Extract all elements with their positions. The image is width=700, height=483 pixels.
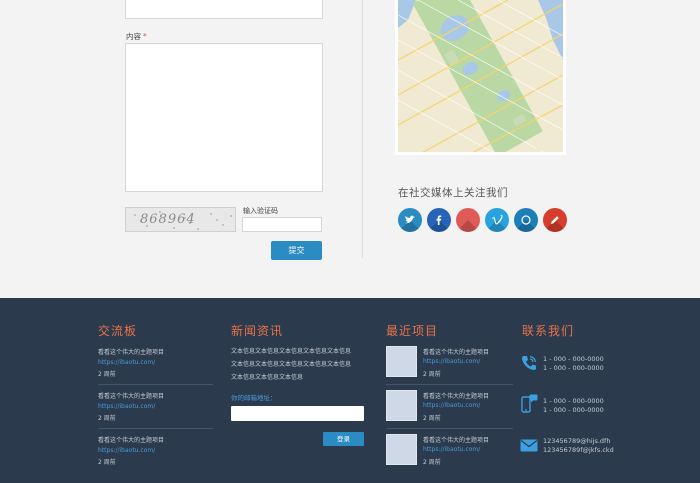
project-thumbnail[interactable] — [386, 434, 417, 465]
divider — [98, 428, 213, 429]
email-addresses: 123456789@hijs.dfh 123456789f@jkfs.ckd — [543, 437, 614, 454]
phone-number: 1 - 000 - 000-0000 — [543, 363, 604, 372]
news-line: 文本信息文本信息文本信息文本信息文本信息 — [231, 361, 352, 368]
divider — [386, 428, 513, 429]
project-item-time: 2 周前 — [423, 415, 441, 422]
board-item-link[interactable]: https://ibaotu.com/ — [98, 403, 155, 410]
mobile-number: 1 - 000 - 000-0000 — [543, 405, 604, 414]
project-item-text: 看看这个伟大的主题项目 — [423, 349, 490, 356]
email-address: 123456789@hijs.dfh — [543, 437, 611, 445]
board-title: 交流板 — [98, 324, 138, 338]
captcha-input[interactable] — [242, 217, 322, 232]
social-icons — [398, 208, 567, 232]
board-item-time: 2 周前 — [98, 459, 116, 466]
news-title: 新闻资讯 — [231, 324, 284, 338]
news-line: 文本信息文本信息文本信息 — [231, 374, 304, 381]
contact-section: 内容 * 868964 输入验证码 提交 在社交媒体上关注我们 — [0, 0, 700, 298]
facebook-icon[interactable] — [427, 208, 451, 232]
divider — [98, 384, 213, 385]
mobile-numbers: 1 - 000 - 000-0000 1 - 000 - 000-0000 — [543, 397, 604, 414]
email-input[interactable] — [231, 406, 364, 421]
divider — [386, 384, 513, 385]
project-item-text: 看看这个伟大的主题项目 — [423, 437, 490, 444]
phone-numbers: 1 - 000 - 000-0000 1 - 000 - 000-0000 — [543, 355, 604, 372]
news-line: 文本信息文本信息文本信息文本信息文本信息 — [231, 348, 352, 355]
board-item-time: 2 周前 — [98, 371, 116, 378]
column-divider — [362, 0, 363, 258]
content-label: 内容 * — [126, 32, 147, 41]
skype-icon[interactable] — [514, 208, 538, 232]
email-address: 123456789f@jkfs.ckd — [543, 445, 614, 454]
board-item-text: 看看这个伟大的主题项目 — [98, 349, 165, 356]
project-item-time: 2 周前 — [423, 459, 441, 466]
captcha-code: 868964 — [140, 212, 196, 227]
map-image[interactable] — [395, 0, 566, 155]
name-field[interactable] — [125, 0, 323, 19]
mobile-number: 1 - 000 - 000-0000 — [543, 397, 604, 405]
board-item-link[interactable]: https://ibaotu.com/ — [98, 359, 155, 366]
project-item-link[interactable]: https://ibaotu.com/ — [423, 402, 480, 409]
project-item-text: 看看这个伟大的主题项目 — [423, 393, 490, 400]
contact-title: 联系我们 — [522, 324, 575, 338]
project-item-link[interactable]: https://ibaotu.com/ — [423, 446, 480, 453]
vimeo-icon[interactable] — [485, 208, 509, 232]
map-graphic — [398, 0, 563, 152]
phone-icon — [519, 353, 538, 372]
submit-button[interactable]: 提交 — [271, 241, 322, 260]
phone-number: 1 - 000 - 000-0000 — [543, 355, 604, 363]
project-thumbnail[interactable] — [386, 390, 417, 421]
board-item-text: 看看这个伟大的主题项目 — [98, 393, 165, 400]
email-label: 你的邮箱地址： — [231, 394, 277, 402]
board-item-text: 看看这个伟大的主题项目 — [98, 437, 165, 444]
social-title: 在社交媒体上关注我们 — [398, 187, 508, 199]
email-icon — [519, 436, 538, 455]
board-item-link[interactable]: https://ibaotu.com/ — [98, 447, 155, 454]
content-textarea[interactable] — [125, 43, 323, 192]
project-thumbnail[interactable] — [386, 346, 417, 377]
captcha-image: 868964 — [125, 207, 236, 232]
login-button[interactable]: 登录 — [323, 432, 364, 446]
pencil-icon[interactable] — [543, 208, 567, 232]
captcha-label: 输入验证码 — [243, 207, 278, 215]
project-item-time: 2 周前 — [423, 371, 441, 378]
project-item-link[interactable]: https://ibaotu.com/ — [423, 358, 480, 365]
google-plus-icon[interactable] — [456, 208, 480, 232]
required-mark: * — [143, 32, 147, 41]
board-item-time: 2 周前 — [98, 415, 116, 422]
mobile-message-icon — [519, 394, 538, 413]
projects-title: 最近项目 — [386, 324, 439, 338]
twitter-bird-icon[interactable] — [398, 208, 422, 232]
